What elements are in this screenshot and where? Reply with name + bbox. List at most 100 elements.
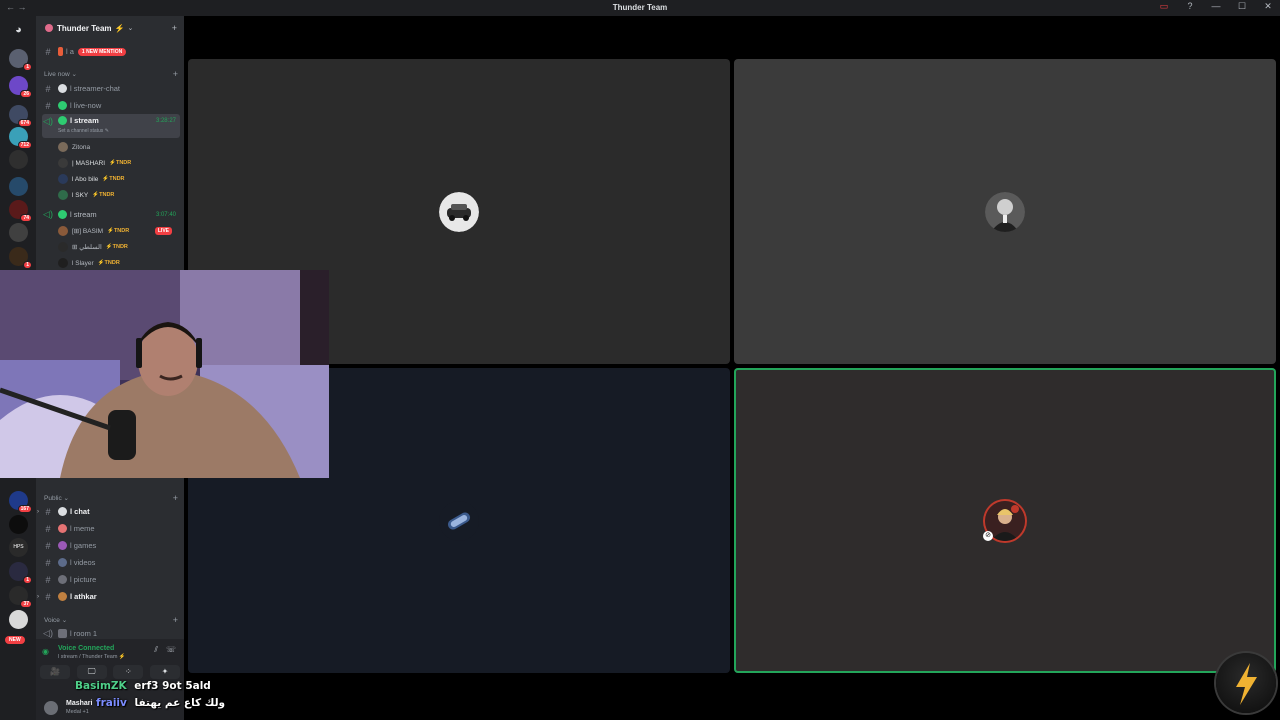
server-initials: HPS — [13, 544, 24, 550]
stream-chat-overlay: BasimZK erf3 9ot 5ald fraiiv ولك كاع عم … — [75, 680, 225, 714]
voice-user[interactable]: | MASHARI ⚡TNDR — [58, 156, 131, 170]
camera-button[interactable]: 🎥 — [40, 665, 70, 679]
server-badge: 74 — [20, 214, 32, 222]
server-icon[interactable]: 1 — [9, 247, 32, 269]
avatar — [58, 226, 68, 236]
tndr-tag: ⚡TNDR — [97, 260, 120, 266]
server-icon[interactable]: HPS — [9, 538, 28, 557]
category-public[interactable]: Public ⌄ + — [44, 493, 178, 503]
channel-label: l stream — [70, 210, 97, 219]
server-badge: 26 — [20, 90, 32, 98]
add-channel-icon[interactable]: + — [173, 615, 178, 625]
channel-stream-selected[interactable]: ◁) l stream 3:28:27 — [42, 114, 180, 138]
speaker-icon: ◁) — [43, 116, 53, 126]
server-icon[interactable]: 74 — [9, 200, 32, 222]
cast-icon[interactable]: ▭ — [1158, 1, 1170, 12]
channel-emoji-icon — [58, 541, 67, 550]
tndr-tag: ⚡TNDR — [102, 176, 125, 182]
server-badge: 674 — [17, 119, 32, 127]
server-icon[interactable]: 1 — [9, 49, 32, 71]
caret-right-icon[interactable]: › — [37, 594, 39, 600]
server-icon[interactable]: 712 — [9, 127, 32, 149]
avatar[interactable] — [44, 701, 58, 715]
new-servers-pill[interactable]: NEW — [5, 636, 25, 644]
channel-streamer-chat[interactable]: # l streamer-chat — [42, 81, 180, 96]
voice-user-name: [⊞] BASIM — [72, 228, 104, 235]
maximize-button[interactable]: ☐ — [1236, 1, 1248, 12]
speaker-icon: ◁) — [43, 209, 53, 219]
add-channel-icon[interactable]: + — [173, 69, 178, 79]
channel-label: l games — [70, 541, 97, 550]
guild-header[interactable]: Thunder Team ⚡ ⌄ + — [36, 16, 184, 40]
hash-icon: # — [45, 100, 51, 111]
server-icon[interactable]: 674 — [9, 105, 32, 127]
server-icon[interactable] — [9, 610, 28, 629]
channel-emoji-icon — [58, 507, 67, 516]
channel-live-now[interactable]: # l live-now — [42, 98, 180, 113]
voice-buttons: 🎥 🖵 ⁘ ✦ — [40, 665, 180, 679]
tndr-tag: ⚡TNDR — [109, 160, 132, 166]
server-icon[interactable] — [9, 223, 28, 242]
channel-public[interactable]: › # l chat — [37, 504, 180, 519]
video-tile-bottom-right-speaking[interactable]: ⊘ — [734, 368, 1276, 673]
monitor-icon — [58, 629, 67, 638]
channel-stream-2[interactable]: ◁) l stream 3:07:40 — [42, 207, 180, 222]
voice-user[interactable]: Zitona — [58, 140, 90, 154]
category-live-now[interactable]: Live now ⌄ + — [44, 69, 178, 79]
channel-top[interactable]: # l a 1 NEW MENTION — [42, 44, 180, 59]
caret-right-icon[interactable]: › — [37, 509, 39, 515]
voice-user[interactable]: l SKY ⚡TNDR — [58, 188, 114, 202]
new-mention-pill[interactable]: 1 NEW MENTION — [77, 47, 127, 56]
channel-public[interactable]: # l meme — [42, 521, 180, 536]
video-tile-top-right[interactable] — [734, 59, 1276, 364]
category-label: Voice ⌄ — [44, 617, 68, 624]
soundboard-button[interactable]: ✦ — [149, 665, 180, 679]
channel-public[interactable]: # l picture — [42, 572, 180, 587]
voice-user[interactable]: l Abo bile ⚡TNDR — [58, 172, 125, 186]
avatar — [58, 242, 68, 252]
hash-icon: # — [45, 557, 51, 568]
server-icon[interactable]: 167 — [9, 491, 32, 513]
category-voice[interactable]: Voice ⌄ + — [44, 615, 178, 625]
screen-share-button[interactable]: 🖵 — [76, 665, 107, 679]
channel-public[interactable]: # l games — [42, 538, 180, 553]
help-icon[interactable]: ? — [1184, 1, 1196, 12]
chevron-down-icon[interactable]: ⌄ — [128, 24, 134, 32]
invite-icon[interactable]: + — [172, 23, 177, 33]
voice-user[interactable]: l Slayer ⚡TNDR — [58, 256, 178, 270]
stream-timer: 3:07:40 — [155, 211, 176, 218]
voice-connected-label[interactable]: Voice Connected — [58, 645, 114, 652]
channel-status-hint[interactable]: Set a channel status ✎ — [58, 128, 109, 134]
disconnect-icon[interactable]: ☏ — [166, 645, 176, 655]
chat-text: ولك كاع عم يهتفا — [134, 697, 226, 709]
server-icon[interactable]: 1 — [9, 562, 32, 584]
noise-suppression-icon[interactable]: ⫽ — [154, 645, 158, 655]
voice-user[interactable]: ⊞ السلطي ⚡TNDR — [58, 240, 178, 254]
add-channel-icon[interactable]: + — [173, 493, 178, 503]
server-badge: 712 — [17, 141, 32, 149]
channel-public[interactable]: › # l athkar — [37, 589, 180, 604]
signal-icon[interactable]: ◉ — [42, 647, 49, 656]
channel-public[interactable]: # l videos — [42, 555, 180, 570]
server-icon[interactable]: 26 — [9, 76, 32, 98]
server-icon[interactable] — [9, 515, 28, 534]
hash-icon: # — [45, 46, 51, 57]
discord-home-icon[interactable]: ◕ — [9, 21, 28, 40]
avatar — [58, 258, 68, 268]
server-icon[interactable] — [9, 150, 28, 169]
guild-icon — [45, 24, 53, 32]
channel-emoji-icon — [58, 575, 67, 584]
server-icon[interactable] — [9, 177, 28, 196]
close-button[interactable]: ✕ — [1262, 1, 1274, 12]
server-icon[interactable]: 37 — [9, 586, 32, 608]
minimize-button[interactable]: — — [1210, 1, 1222, 12]
voice-user[interactable]: [⊞] BASIM ⚡TNDR LIVE — [58, 224, 178, 238]
chat-message: fraiiv ولك كاع عم يهتفا — [75, 697, 225, 714]
live-badge: LIVE — [154, 227, 172, 235]
hash-icon: # — [45, 506, 51, 517]
channel-label: l meme — [70, 524, 95, 533]
guild-name: Thunder Team — [57, 23, 112, 33]
activities-button[interactable]: ⁘ — [113, 665, 144, 679]
channel-label: l room 1 — [70, 629, 98, 638]
channel-emoji-icon — [58, 592, 67, 601]
